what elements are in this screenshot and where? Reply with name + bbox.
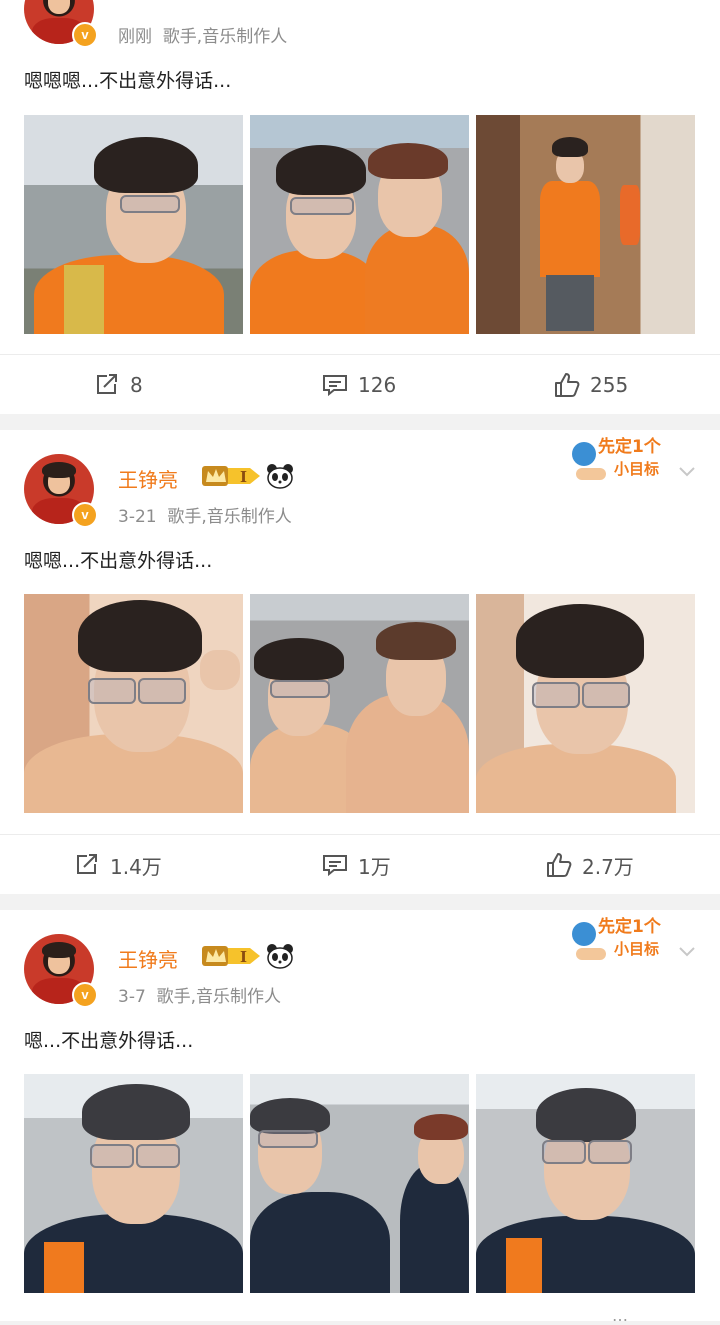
- sticker-icon: 先定1个 小目标: [572, 436, 662, 480]
- svg-text:先定1个: 先定1个: [598, 436, 662, 457]
- verified-badge-icon: v: [72, 22, 98, 48]
- post-text[interactable]: 嗯嗯嗯...不出意外得话...: [24, 66, 231, 93]
- post-photo[interactable]: [250, 115, 469, 334]
- like-icon: [555, 373, 580, 397]
- repost-button[interactable]: 1.4万: [74, 835, 162, 895]
- post-meta: 3-21 歌手,音乐制作人: [118, 502, 292, 527]
- comment-icon: [323, 375, 347, 397]
- chevron-down-icon[interactable]: [678, 946, 696, 958]
- like-icon: [547, 853, 572, 877]
- chevron-down-icon[interactable]: [678, 466, 696, 478]
- post-actions: 8 126 255: [0, 354, 720, 415]
- post-photo[interactable]: [24, 1074, 243, 1293]
- author-name[interactable]: 王铮亮: [118, 944, 178, 973]
- post-1[interactable]: v 刚刚 歌手,音乐制作人 嗯嗯嗯...不出意外得话... 8 126 255: [0, 0, 720, 414]
- post-2[interactable]: v 王铮亮 I 3-21 歌手,音乐制作人 先定1个 小目标 嗯嗯...不出意外…: [0, 430, 720, 894]
- author-tagline: 歌手,音乐制作人: [156, 987, 281, 1007]
- svg-text:先定1个: 先定1个: [598, 916, 662, 937]
- post-photo[interactable]: [24, 115, 243, 334]
- comment-button[interactable]: 126: [322, 355, 396, 415]
- comment-icon: [323, 855, 347, 877]
- verified-badge-icon: v: [72, 982, 98, 1008]
- like-button[interactable]: 255: [554, 355, 628, 415]
- like-count: 255: [590, 373, 629, 397]
- svg-text:小目标: 小目标: [614, 460, 659, 478]
- verified-badge-icon: v: [72, 502, 98, 528]
- post-3[interactable]: v 王铮亮 I 3-7 歌手,音乐制作人 先定1个 小目标 嗯...不出意外得话…: [0, 910, 720, 1325]
- repost-icon: [97, 374, 117, 394]
- post-meta: 刚刚 歌手,音乐制作人: [118, 22, 287, 47]
- comment-count: 1万: [358, 854, 391, 879]
- post-actions: 1.4万 1万 2.7万: [0, 834, 720, 895]
- svg-text:I: I: [240, 948, 247, 966]
- crown-icon: I: [202, 946, 260, 966]
- comment-button[interactable]: 1万: [322, 835, 391, 895]
- post-photo[interactable]: [24, 594, 243, 813]
- post-photo[interactable]: [250, 594, 469, 813]
- like-count: 2.7万: [582, 854, 634, 879]
- repost-icon: [77, 854, 97, 874]
- repost-count: 8: [130, 373, 143, 397]
- post-text[interactable]: 嗯嗯...不出意外得话...: [24, 546, 212, 573]
- post-photo[interactable]: [250, 1074, 469, 1293]
- svg-text:I: I: [240, 468, 247, 486]
- author-tagline: 歌手,音乐制作人: [162, 27, 288, 47]
- post-actions-peek: …: [612, 1306, 628, 1325]
- post-photo[interactable]: [476, 594, 695, 813]
- svg-text:小目标: 小目标: [614, 940, 659, 958]
- repost-button[interactable]: 8: [94, 355, 143, 415]
- post-text[interactable]: 嗯...不出意外得话...: [24, 1026, 193, 1053]
- author-name[interactable]: 王铮亮: [118, 464, 178, 493]
- author-tagline: 歌手,音乐制作人: [167, 507, 292, 527]
- panda-icon: [267, 944, 293, 969]
- post-time: 刚刚: [118, 27, 152, 47]
- post-photo[interactable]: [476, 1074, 695, 1293]
- repost-count: 1.4万: [110, 854, 162, 879]
- crown-icon: I: [202, 466, 260, 486]
- post-time: 3-7: [118, 987, 146, 1007]
- sticker-icon: 先定1个 小目标: [572, 916, 662, 960]
- like-button[interactable]: 2.7万: [546, 835, 634, 895]
- post-time: 3-21: [118, 507, 157, 527]
- panda-icon: [267, 464, 293, 489]
- post-photo[interactable]: [476, 115, 695, 334]
- comment-count: 126: [358, 373, 397, 397]
- post-meta: 3-7 歌手,音乐制作人: [118, 982, 281, 1007]
